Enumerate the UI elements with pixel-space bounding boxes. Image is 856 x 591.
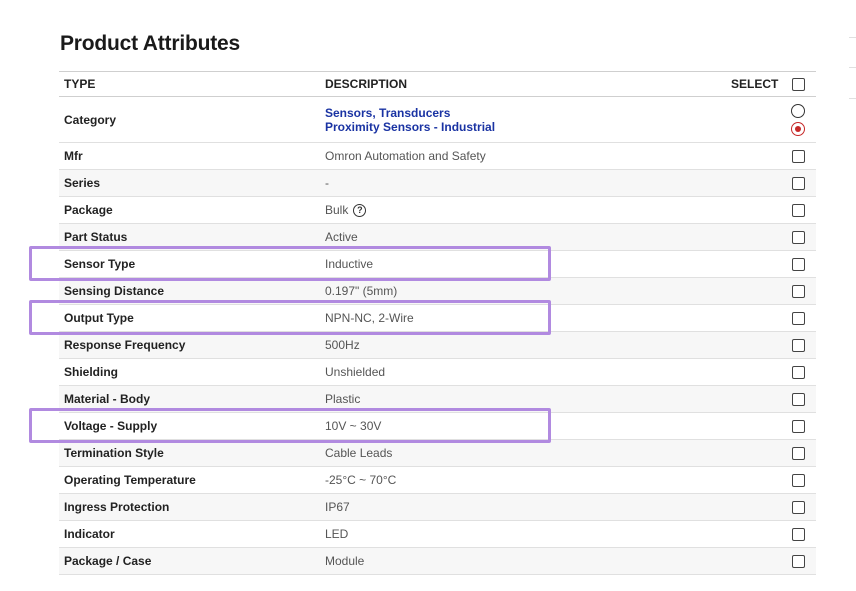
row-select-checkbox[interactable] (792, 150, 805, 163)
row-select-checkbox[interactable] (792, 312, 805, 325)
select-all-checkbox[interactable] (792, 78, 805, 91)
table-row: Sensor Type Inductive (59, 251, 816, 278)
row-value: 500Hz (325, 338, 360, 352)
category-radio-sensors-transducers[interactable] (791, 104, 805, 118)
row-type-label: Response Frequency (64, 338, 186, 352)
table-row: Series - (59, 170, 816, 197)
row-select-checkbox[interactable] (792, 231, 805, 244)
row-select-checkbox[interactable] (792, 528, 805, 541)
row-type-label: Voltage - Supply (64, 419, 158, 433)
row-type-label: Series (64, 176, 101, 190)
table-row: Voltage - Supply 10V ~ 30V (59, 413, 816, 440)
row-value: NPN-NC, 2-Wire (325, 311, 414, 325)
row-value: Omron Automation and Safety (325, 149, 486, 163)
row-select-checkbox[interactable] (792, 501, 805, 514)
row-select-checkbox[interactable] (792, 366, 805, 379)
table-header: TYPE DESCRIPTION SELECT (59, 72, 816, 97)
attributes-table: TYPE DESCRIPTION SELECT Category Sensors… (59, 71, 816, 575)
row-value: Active (325, 230, 358, 244)
row-type-label: Indicator (64, 527, 115, 541)
table-row: Package Bulk ? (59, 197, 816, 224)
row-value: LED (325, 527, 349, 541)
row-select-checkbox[interactable] (792, 258, 805, 271)
table-row: Indicator LED (59, 521, 816, 548)
table-row: Response Frequency 500Hz (59, 332, 816, 359)
row-value: Module (325, 554, 365, 568)
row-value-package: Bulk ? (325, 197, 367, 223)
row-value: -25°C ~ 70°C (325, 473, 397, 487)
row-type-label: Ingress Protection (64, 500, 170, 514)
row-select-checkbox[interactable] (792, 393, 805, 406)
row-value: IP67 (325, 500, 350, 514)
edge-divider (849, 98, 856, 99)
row-type-label: Operating Temperature (64, 473, 196, 487)
row-type-label: Sensing Distance (64, 284, 165, 298)
table-row: Part Status Active (59, 224, 816, 251)
row-value: Inductive (325, 257, 374, 271)
row-select-checkbox[interactable] (792, 555, 805, 568)
table-row-category: Category Sensors, Transducers Proximity … (59, 97, 816, 143)
help-icon[interactable]: ? (353, 203, 367, 217)
product-attributes-page: Product Attributes TYPE DESCRIPTION SELE… (0, 0, 856, 591)
row-type-label: Shielding (64, 365, 118, 379)
table-row: Mfr Omron Automation and Safety (59, 143, 816, 170)
row-select-checkbox[interactable] (792, 204, 805, 217)
row-type-label: Sensor Type (64, 257, 136, 271)
row-select-checkbox[interactable] (792, 339, 805, 352)
row-select-checkbox[interactable] (792, 474, 805, 487)
edge-divider (849, 67, 856, 68)
table-row: Shielding Unshielded (59, 359, 816, 386)
row-value: 0.197" (5mm) (325, 284, 398, 298)
table-row: Ingress Protection IP67 (59, 494, 816, 521)
category-link-proximity-sensors[interactable]: Proximity Sensors - Industrial (325, 120, 495, 134)
edge-divider (849, 37, 856, 38)
row-type-label: Category (64, 112, 117, 127)
row-value: Unshielded (325, 365, 386, 379)
category-radio-proximity-sensors[interactable] (791, 122, 805, 136)
row-type-label: Termination Style (64, 446, 164, 460)
row-type-label: Material - Body (64, 392, 151, 406)
row-select-checkbox[interactable] (792, 177, 805, 190)
row-type-label: Package / Case (64, 554, 152, 568)
row-type-label: Mfr (64, 149, 83, 163)
row-value: 10V ~ 30V (325, 419, 382, 433)
row-type-label: Output Type (64, 311, 134, 325)
header-description: DESCRIPTION (325, 77, 408, 91)
row-value: - (325, 176, 329, 190)
table-row: Output Type NPN-NC, 2-Wire (59, 305, 816, 332)
row-select-checkbox[interactable] (792, 420, 805, 433)
page-title: Product Attributes (60, 32, 240, 55)
row-type-label: Part Status (64, 230, 128, 244)
row-type-label: Package (64, 203, 113, 217)
table-row: Operating Temperature -25°C ~ 70°C (59, 467, 816, 494)
table-row: Sensing Distance 0.197" (5mm) (59, 278, 816, 305)
header-select: SELECT (731, 77, 779, 91)
row-select-checkbox[interactable] (792, 285, 805, 298)
row-description: Sensors, Transducers Proximity Sensors -… (325, 97, 495, 142)
row-select-checkbox[interactable] (792, 447, 805, 460)
row-value: Cable Leads (325, 446, 393, 460)
header-type: TYPE (64, 77, 96, 91)
table-row: Material - Body Plastic (59, 386, 816, 413)
table-row: Package / Case Module (59, 548, 816, 575)
table-row: Termination Style Cable Leads (59, 440, 816, 467)
package-value: Bulk (325, 203, 349, 217)
row-value: Plastic (325, 392, 361, 406)
category-link-sensors-transducers[interactable]: Sensors, Transducers (325, 106, 450, 120)
